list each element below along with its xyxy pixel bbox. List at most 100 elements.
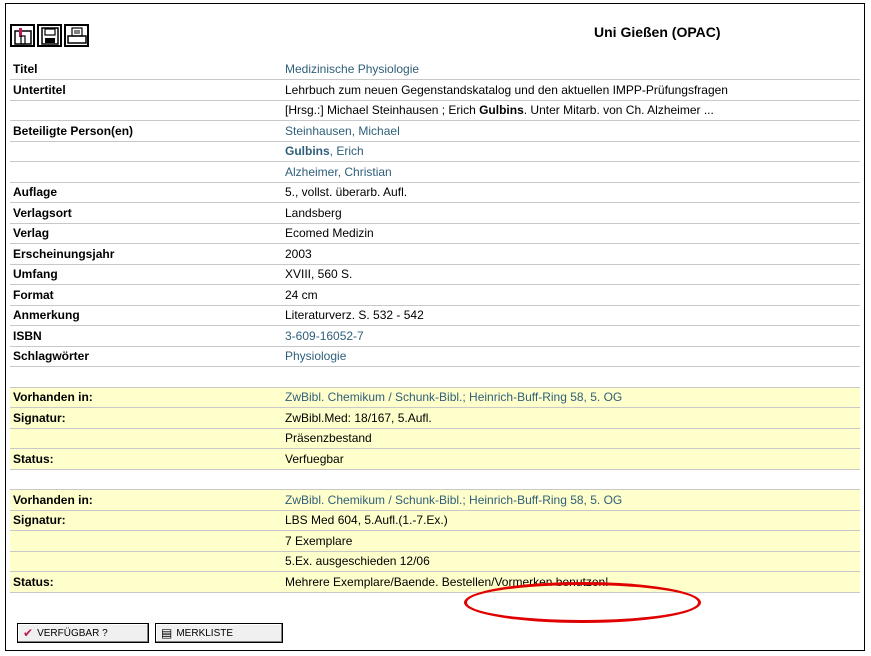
home-library-button[interactable] bbox=[10, 24, 35, 47]
value-text: ZwBibl. Chemikum / Schunk-Bibl.; Heinric… bbox=[285, 390, 623, 405]
record-row: Umfang XVIII, 560 S. bbox=[10, 264, 860, 285]
field-value-link[interactable]: Physiologie bbox=[282, 346, 860, 367]
verfuegbar-button[interactable]: ✔ VERFÜGBAR ? bbox=[17, 623, 149, 643]
spacer-row bbox=[10, 469, 860, 490]
field-value: [Hrsg.:] Michael Steinhausen ; Erich Gul… bbox=[282, 100, 860, 121]
holding-location-row: Vorhanden in: ZwBibl. Chemikum / Schunk-B… bbox=[10, 387, 860, 408]
value-text: ZwBibl. Chemikum / Schunk-Bibl.; Heinric… bbox=[285, 492, 623, 507]
field-label: Status: bbox=[10, 571, 282, 593]
field-value: 24 cm bbox=[282, 284, 860, 306]
value-text: 2003 bbox=[285, 246, 312, 261]
merkliste-label: MERKLISTE bbox=[176, 627, 234, 639]
record-row: Verlag Ecomed Medizin bbox=[10, 223, 860, 244]
field-label: Schlagwörter bbox=[10, 346, 282, 367]
value-text: Landsberg bbox=[285, 205, 342, 220]
field-label: Untertitel bbox=[10, 79, 282, 101]
record-row: Gulbins, Erich bbox=[10, 141, 860, 162]
record-row: Auflage 5., vollst. überarb. Aufl. bbox=[10, 182, 860, 203]
value-text: XVIII, 560 S. bbox=[285, 267, 353, 282]
record-row: [Hrsg.:] Michael Steinhausen ; Erich Gul… bbox=[10, 100, 860, 121]
field-value-link[interactable]: Gulbins, Erich bbox=[282, 141, 860, 162]
value-text: Verfuegbar bbox=[285, 451, 344, 466]
field-value: Präsenzbestand bbox=[282, 428, 860, 449]
holding-signatur-row: Signatur: ZwBibl.Med: 18/167, 5.Aufl. bbox=[10, 407, 860, 429]
field-value-link[interactable]: 3-609-16052-7 bbox=[282, 325, 860, 347]
floppy-save-icon bbox=[40, 26, 59, 45]
field-label: ISBN bbox=[10, 325, 282, 347]
value-text: 7 Exemplare bbox=[285, 533, 353, 548]
field-label bbox=[10, 428, 282, 449]
field-value: Lehrbuch zum neuen Gegenstandskatalog un… bbox=[282, 79, 860, 101]
field-label: Auflage bbox=[10, 182, 282, 203]
value-text: Mehrere Exemplare/Baende. Bestellen/Vorm… bbox=[285, 574, 609, 589]
field-label: Beteiligte Person(en) bbox=[10, 120, 282, 142]
field-value-link[interactable]: Steinhausen, Michael bbox=[282, 120, 860, 142]
field-value: XVIII, 560 S. bbox=[282, 264, 860, 285]
holding-signatur-row: Signatur: LBS Med 604, 5.Aufl.(1.-7.Ex.) bbox=[10, 510, 860, 531]
field-label: Umfang bbox=[10, 264, 282, 285]
field-label bbox=[10, 100, 282, 121]
value-text: [Hrsg.:] Michael Steinhausen ; Erich bbox=[285, 103, 480, 118]
value-text: Steinhausen, Michael bbox=[285, 123, 400, 138]
spacer-cell bbox=[10, 469, 282, 490]
spacer-cell bbox=[10, 366, 282, 388]
record-row: Verlagsort Landsberg bbox=[10, 202, 860, 224]
verfuegbar-label: VERFÜGBAR ? bbox=[37, 627, 108, 639]
spacer-cell bbox=[282, 469, 860, 490]
value-text: 5., vollst. überarb. Aufl. bbox=[285, 185, 408, 200]
record-row: Anmerkung Literaturverz. S. 532 - 542 bbox=[10, 305, 860, 326]
record-row: Schlagwörter Physiologie bbox=[10, 346, 860, 367]
value-text: , Erich bbox=[329, 144, 364, 159]
value-text: Ecomed Medizin bbox=[285, 226, 374, 241]
record-row: ISBN 3-609-16052-7 bbox=[10, 325, 860, 347]
field-value: ZwBibl.Med: 18/167, 5.Aufl. bbox=[282, 407, 860, 429]
field-value: 5., vollst. überarb. Aufl. bbox=[282, 182, 860, 203]
field-label: Status: bbox=[10, 448, 282, 470]
field-label bbox=[10, 141, 282, 162]
record-row: Alzheimer, Christian bbox=[10, 161, 860, 183]
merkliste-button[interactable]: ▤ MERKLISTE bbox=[155, 623, 283, 643]
save-button[interactable] bbox=[37, 24, 62, 47]
list-icon: ▤ bbox=[161, 626, 173, 640]
value-text: 3-609-16052-7 bbox=[285, 328, 364, 343]
value-text: Alzheimer, Christian bbox=[285, 164, 392, 179]
record-row: Format 24 cm bbox=[10, 284, 860, 306]
field-value: 2003 bbox=[282, 243, 860, 265]
field-value-link[interactable]: ZwBibl. Chemikum / Schunk-Bibl.; Heinric… bbox=[282, 387, 860, 408]
field-value: 7 Exemplare bbox=[282, 530, 860, 552]
holding-status-row: Status: Verfuegbar bbox=[10, 448, 860, 470]
field-value-link[interactable]: Medizinische Physiologie bbox=[282, 59, 860, 80]
field-value-link[interactable]: ZwBibl. Chemikum / Schunk-Bibl.; Heinric… bbox=[282, 489, 860, 511]
holding-status-row: Status: Mehrere Exemplare/Baende. Bestell… bbox=[10, 571, 860, 593]
print-button[interactable] bbox=[64, 24, 89, 47]
printer-icon bbox=[66, 26, 87, 44]
record-row: Beteiligte Person(en) Steinhausen, Michae… bbox=[10, 120, 860, 142]
building-icon bbox=[13, 27, 32, 45]
value-text: 5.Ex. ausgeschieden 12/06 bbox=[285, 554, 430, 569]
field-label: Titel bbox=[10, 59, 282, 80]
record-table: Titel Medizinische Physiologie Untertitel L… bbox=[10, 59, 860, 593]
field-label: Vorhanden in: bbox=[10, 387, 282, 408]
field-value: Mehrere Exemplare/Baende. Bestellen/Vorm… bbox=[282, 571, 860, 593]
holding-signatur-row: 5.Ex. ausgeschieden 12/06 bbox=[10, 551, 860, 572]
value-text: Präsenzbestand bbox=[285, 431, 372, 446]
field-label: Verlagsort bbox=[10, 202, 282, 224]
record-row: Untertitel Lehrbuch zum neuen Gegenstands… bbox=[10, 79, 860, 101]
field-value: LBS Med 604, 5.Aufl.(1.-7.Ex.) bbox=[282, 510, 860, 531]
spacer-row bbox=[10, 366, 860, 388]
record-row: Titel Medizinische Physiologie bbox=[10, 59, 860, 80]
field-label: Verlag bbox=[10, 223, 282, 244]
field-label: Signatur: bbox=[10, 510, 282, 531]
field-label: Erscheinungsjahr bbox=[10, 243, 282, 265]
field-value-link[interactable]: Alzheimer, Christian bbox=[282, 161, 860, 183]
value-text: ZwBibl.Med: 18/167, 5.Aufl. bbox=[285, 410, 432, 425]
bold-name: Gulbins bbox=[285, 144, 330, 159]
action-buttons: ✔ VERFÜGBAR ? ▤ MERKLISTE bbox=[17, 623, 283, 643]
field-value: Literaturverz. S. 532 - 542 bbox=[282, 305, 860, 326]
value-text: Literaturverz. S. 532 - 542 bbox=[285, 308, 424, 323]
toolbar bbox=[10, 24, 89, 47]
value-text: Physiologie bbox=[285, 349, 347, 364]
field-label bbox=[10, 161, 282, 183]
record-row: Erscheinungsjahr 2003 bbox=[10, 243, 860, 265]
value-text: Lehrbuch zum neuen Gegenstandskatalog un… bbox=[285, 82, 728, 97]
